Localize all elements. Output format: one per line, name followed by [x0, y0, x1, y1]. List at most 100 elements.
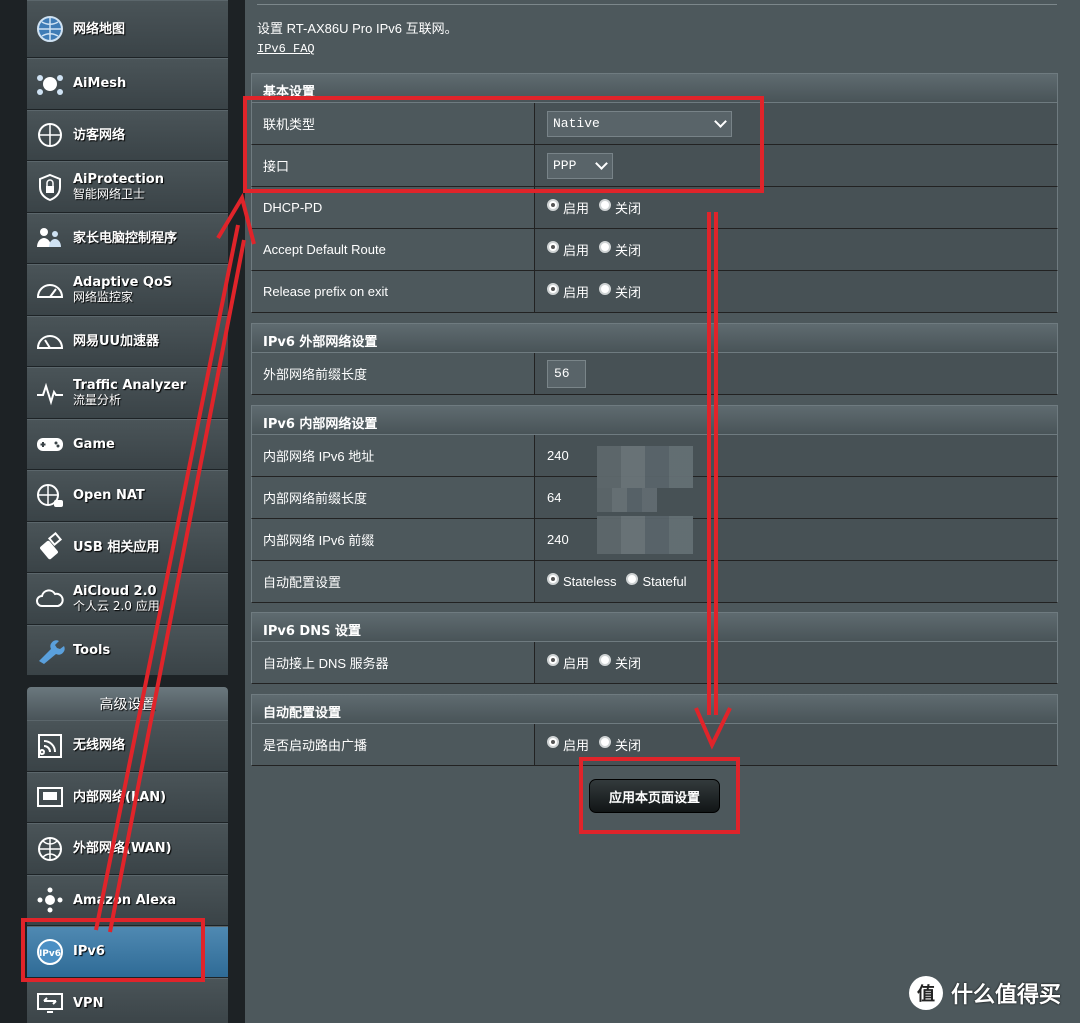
sidebar-item-usb-apps[interactable]: USB 相关应用 — [27, 521, 228, 573]
lan-prefix-length-label: 内部网络前缀长度 — [252, 477, 535, 518]
sidebar-item-network-map[interactable]: 网络地图 — [27, 0, 228, 58]
lan-prefix-label: 内部网络 IPv6 前缀 — [252, 519, 535, 560]
wan-prefix-length-row: 外部网络前缀长度 56 — [251, 353, 1058, 395]
release-prefix-disable-radio[interactable] — [599, 282, 612, 295]
auto-dns-label: 自动接上 DNS 服务器 — [252, 642, 535, 683]
wan-prefix-length-input[interactable]: 56 — [547, 359, 586, 388]
radio-label: 关闭 — [615, 738, 642, 753]
release-prefix-row: Release prefix on exit 启用 关闭 — [251, 271, 1058, 313]
auto-dns-enable-radio[interactable] — [547, 653, 559, 666]
sidebar-item-game[interactable]: Game — [27, 418, 228, 470]
release-prefix-label: Release prefix on exit — [252, 271, 535, 312]
annotation-box-apply — [579, 757, 740, 834]
section-title: IPv6 内部网络设置 — [251, 405, 1058, 435]
autoconf-row: 自动配置设置 Stateless Stateful — [251, 561, 1058, 603]
router-adv-enable-radio[interactable] — [547, 735, 559, 748]
router-adv-label: 是否启动路由广播 — [252, 724, 535, 765]
menu-label: Tools — [73, 642, 111, 658]
sidebar-item-aicloud[interactable]: AiCloud 2.0 个人云 2.0 应用 — [27, 573, 228, 625]
menu-sublabel: 智能网络卫士 — [73, 186, 146, 201]
radio-label: 启用 — [563, 285, 590, 300]
menu-sublabel: 网络监控家 — [73, 289, 134, 304]
menu-label: 网络地图 — [73, 21, 126, 37]
radio-label: 关闭 — [615, 243, 642, 258]
annotation-box-ipv6 — [21, 918, 205, 982]
alexa-icon — [33, 883, 67, 917]
sidebar-item-traffic-analyzer[interactable]: Traffic Analyzer 流量分析 — [27, 367, 228, 419]
auto-dns-disable-radio[interactable] — [599, 653, 612, 666]
sidebar-item-uu-accelerator[interactable]: 网易UU加速器 — [27, 315, 228, 367]
section-title: IPv6 外部网络设置 — [251, 323, 1058, 353]
wan-globe-icon — [33, 832, 67, 866]
stateless-radio[interactable] — [547, 572, 559, 585]
wan-prefix-length-label: 外部网络前缀长度 — [252, 353, 535, 394]
sidebar-item-wireless[interactable]: 无线网络 — [27, 720, 228, 772]
radio-label: 启用 — [563, 201, 590, 216]
mesh-icon — [33, 67, 67, 101]
radio-label: Stateful — [642, 574, 687, 589]
nat-globe-icon — [33, 479, 67, 513]
sidebar-item-open-nat[interactable]: Open NAT — [27, 470, 228, 522]
menu-sublabel: 个人云 2.0 应用 — [73, 598, 160, 613]
radio-label: Stateless — [563, 574, 617, 589]
lan-address-label: 内部网络 IPv6 地址 — [252, 435, 535, 476]
menu-label: 访客网络 — [73, 127, 126, 143]
radio-label: 启用 — [563, 656, 590, 671]
router-adv-disable-radio[interactable] — [599, 735, 612, 748]
dhcp-pd-disable-radio[interactable] — [599, 198, 612, 211]
wireless-icon — [33, 729, 67, 763]
sidebar: 网络地图 AiMesh 访客网络 AiProtection 智能网络卫士 家长电脑… — [0, 0, 245, 1023]
ipv6-dns-section: IPv6 DNS 设置 自动接上 DNS 服务器 启用 关闭 — [251, 612, 1058, 684]
watermark-text: 什么值得买 — [951, 983, 1062, 1008]
section-title: IPv6 DNS 设置 — [251, 612, 1058, 642]
dhcp-pd-label: DHCP-PD — [252, 187, 535, 228]
radio-label: 关闭 — [615, 656, 642, 671]
menu-label: 家长电脑控制程序 — [73, 230, 178, 246]
menu-label: VPN — [73, 995, 104, 1011]
accept-route-enable-radio[interactable] — [547, 240, 559, 253]
sidebar-item-wan[interactable]: 外部网络(WAN) — [27, 823, 228, 875]
dhcp-pd-row: DHCP-PD 启用 关闭 — [251, 187, 1058, 229]
sidebar-item-parental-control[interactable]: 家长电脑控制程序 — [27, 212, 228, 264]
shield-lock-icon — [33, 170, 67, 204]
sidebar-item-vpn[interactable]: VPN — [27, 977, 228, 1023]
ipv6-wan-section: IPv6 外部网络设置 外部网络前缀长度 56 — [251, 323, 1058, 395]
menu-label: 内部网络(LAN) — [73, 789, 167, 805]
menu-label: AiMesh — [73, 76, 127, 92]
radio-label: 关闭 — [615, 285, 642, 300]
pulse-icon — [33, 376, 67, 410]
watermark: 值 什么值得买 — [909, 976, 1061, 1010]
menu-label: 外部网络(WAN) — [73, 841, 172, 857]
privacy-blur — [597, 446, 693, 488]
family-icon — [33, 221, 67, 255]
accept-route-disable-radio[interactable] — [599, 240, 612, 253]
usb-icon — [33, 530, 67, 564]
menu-label: Amazon Alexa — [73, 892, 177, 908]
menu-label: Game — [73, 436, 115, 452]
radio-label: 关闭 — [615, 201, 642, 216]
radio-label: 启用 — [563, 738, 590, 753]
sidebar-item-lan[interactable]: 内部网络(LAN) — [27, 771, 228, 823]
auto-dns-row: 自动接上 DNS 服务器 启用 关闭 — [251, 642, 1058, 684]
stateful-radio[interactable] — [626, 572, 639, 585]
cloud-icon — [33, 582, 67, 616]
menu-label: Adaptive QoS — [73, 274, 173, 290]
sidebar-item-aimesh[interactable]: AiMesh — [27, 58, 228, 110]
privacy-blur — [597, 488, 657, 512]
autoconf-section: 自动配置设置 是否启动路由广播 启用 关闭 — [251, 694, 1058, 766]
ipv6-faq-link[interactable]: IPv6 FAQ — [257, 42, 315, 56]
sidebar-item-guest-network[interactable]: 访客网络 — [27, 109, 228, 161]
sidebar-item-aiprotection[interactable]: AiProtection 智能网络卫士 — [27, 161, 228, 213]
release-prefix-enable-radio[interactable] — [547, 282, 559, 295]
divider — [257, 4, 1057, 5]
radio-label: 启用 — [563, 243, 590, 258]
annotation-box-basic — [243, 96, 764, 193]
sidebar-item-adaptive-qos[interactable]: Adaptive QoS 网络监控家 — [27, 264, 228, 316]
menu-label: Open NAT — [73, 488, 145, 504]
speedometer-icon — [33, 273, 67, 307]
vpn-icon — [33, 986, 67, 1020]
menu-label: AiProtection — [73, 171, 164, 187]
dhcp-pd-enable-radio[interactable] — [547, 198, 559, 211]
autoconf-label: 自动配置设置 — [252, 561, 535, 602]
sidebar-item-tools[interactable]: Tools — [27, 624, 228, 676]
